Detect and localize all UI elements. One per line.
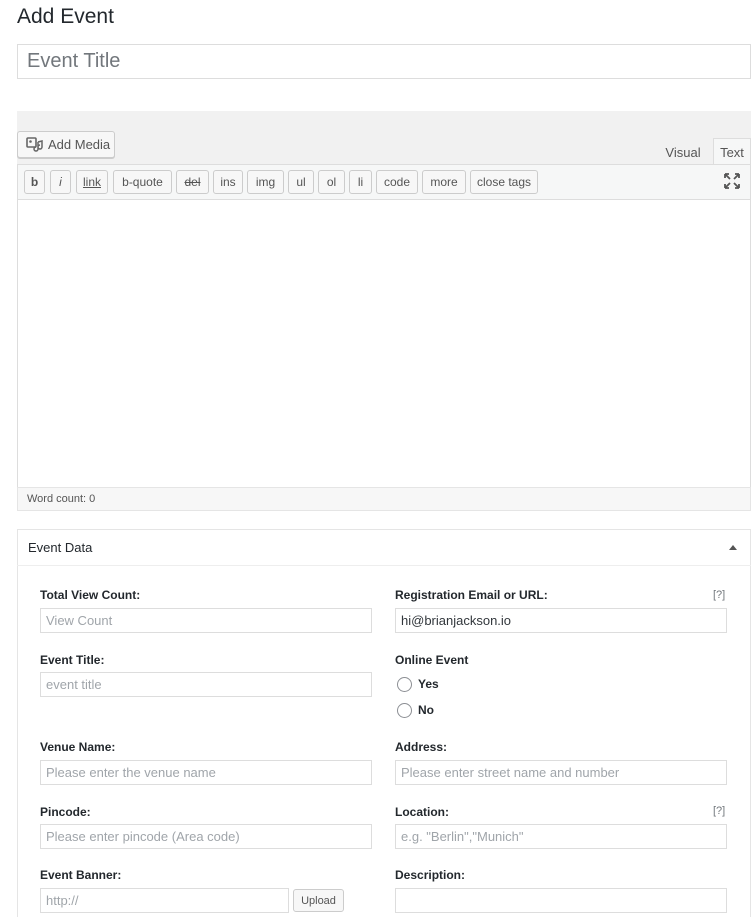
tab-visual[interactable]: Visual — [657, 138, 709, 165]
fullscreen-icon[interactable] — [723, 172, 741, 190]
registration-help-link[interactable]: [?] — [713, 589, 725, 601]
description-label: Description: — [395, 868, 466, 882]
quicktag-ul-button[interactable]: ul — [288, 170, 314, 194]
registration-label: Registration Email or URL: — [395, 588, 548, 602]
quicktag-bquote-button[interactable]: b-quote — [113, 170, 172, 194]
registration-input[interactable] — [395, 608, 727, 633]
add-media-button[interactable]: Add Media — [17, 131, 115, 158]
online-event-no-radio[interactable] — [397, 703, 412, 718]
quicktag-li-button[interactable]: li — [349, 170, 372, 194]
quicktag-more-button[interactable]: more — [422, 170, 466, 194]
address-label: Address: — [395, 740, 448, 754]
quicktag-italic-button[interactable]: i — [50, 170, 71, 194]
address-input[interactable] — [395, 760, 727, 785]
quicktag-ol-button[interactable]: ol — [318, 170, 345, 194]
online-event-yes-label: Yes — [418, 677, 439, 691]
upload-button[interactable]: Upload — [293, 889, 344, 912]
venue-name-label: Venue Name: — [40, 740, 116, 754]
quicktag-img-button[interactable]: img — [247, 170, 284, 194]
event-banner-input[interactable] — [40, 888, 289, 913]
pincode-label: Pincode: — [40, 805, 91, 819]
total-view-count-label: Total View Count: — [40, 588, 141, 602]
add-media-label: Add Media — [48, 137, 111, 152]
quicktag-bold-button[interactable]: b — [24, 170, 45, 194]
word-count-status: Word count: 0 — [17, 487, 751, 511]
event-title-label: Event Title: — [40, 653, 105, 667]
event-banner-label: Event Banner: — [40, 868, 122, 882]
description-input[interactable] — [395, 888, 727, 913]
page-title: Add Event — [17, 5, 114, 28]
location-help-link[interactable]: [?] — [713, 805, 725, 817]
pincode-input[interactable] — [40, 824, 372, 849]
venue-name-input[interactable] — [40, 760, 372, 785]
collapse-arrow-icon[interactable] — [728, 542, 738, 552]
media-icon — [26, 137, 43, 152]
quicktag-close-tags-button[interactable]: close tags — [470, 170, 538, 194]
quicktag-ins-button[interactable]: ins — [213, 170, 243, 194]
content-textarea[interactable] — [17, 199, 751, 488]
online-event-yes-radio[interactable] — [397, 677, 412, 692]
online-event-label: Online Event — [395, 653, 469, 667]
event-data-title[interactable]: Event Data — [17, 529, 751, 566]
event-title-input[interactable] — [17, 44, 751, 79]
view-count-input[interactable] — [40, 608, 372, 633]
location-input[interactable] — [395, 824, 727, 849]
online-event-no-label: No — [418, 703, 434, 717]
quicktag-link-button[interactable]: link — [76, 170, 108, 194]
event-title-field[interactable] — [40, 672, 372, 697]
quicktag-code-button[interactable]: code — [376, 170, 418, 194]
quicktag-del-button[interactable]: del — [176, 170, 209, 194]
tab-text[interactable]: Text — [713, 138, 751, 165]
editor-tools-band — [17, 111, 751, 165]
location-label: Location: — [395, 805, 449, 819]
